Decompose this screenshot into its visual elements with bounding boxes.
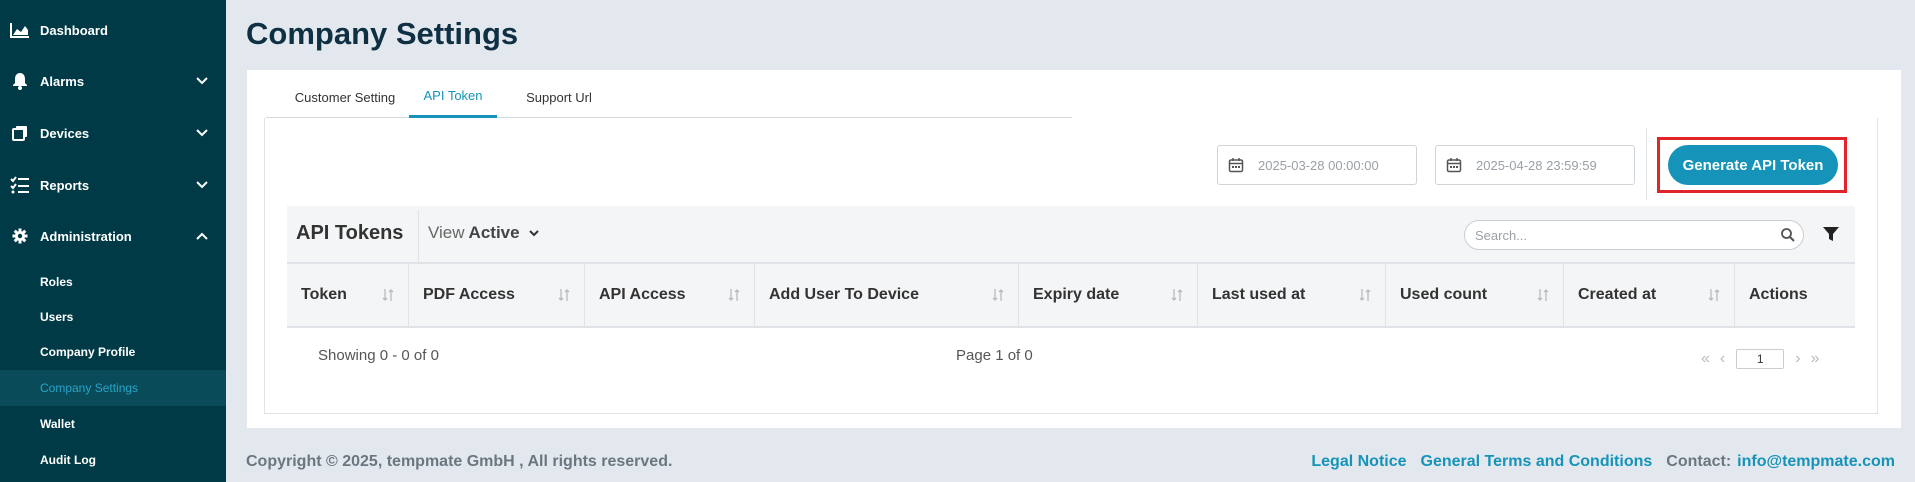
view-label: View [428,223,465,242]
next-page-button[interactable]: › [1790,350,1805,368]
chevron-down-icon [196,179,208,191]
list-check-icon [10,175,30,195]
column-header-expiry-date[interactable]: Expiry date [1019,264,1198,326]
table-header-row: Token PDF Access API Access Add User To … [287,262,1855,328]
chevron-down-icon [528,227,540,239]
sidebar-subitem-label: Company Profile [40,345,136,359]
sort-icon [1537,288,1549,302]
column-header-pdf-access[interactable]: PDF Access [409,264,585,326]
sidebar-subitem-label: Wallet [40,417,75,431]
sidebar-subitem-company-settings[interactable]: Company Settings [0,370,226,406]
sidebar-item-label: Devices [40,125,90,141]
filter-icon[interactable] [1822,225,1840,243]
chevron-up-icon [196,230,208,242]
sort-icon [1708,288,1720,302]
page-info: Page 1 of 0 [956,347,1033,364]
footer-copyright: Copyright © 2025, tempmate GmbH , All ri… [246,453,673,470]
sidebar-item-label: Administration [40,228,132,244]
view-value: Active [468,223,520,242]
sort-icon [728,288,740,302]
pagination: « ‹ › » [1696,348,1824,370]
sidebar-item-dashboard[interactable]: Dashboard [0,10,226,50]
sidebar-subitem-roles[interactable]: Roles [0,264,226,300]
sidebar-subitem-label: Roles [40,275,73,289]
chart-area-icon [10,20,30,40]
search-icon[interactable] [1780,227,1796,243]
sidebar-item-administration[interactable]: Administration [0,216,226,256]
sidebar-subitem-label: Company Settings [40,381,139,395]
column-header-add-user-to-device[interactable]: Add User To Device [755,264,1019,326]
column-header-created-at[interactable]: Created at [1564,264,1735,326]
search-input[interactable] [1464,220,1804,250]
sidebar: Dashboard Alarms Devices Reports Adminis… [0,0,226,482]
column-header-api-access[interactable]: API Access [585,264,755,326]
column-header-actions: Actions [1749,286,1808,303]
page-number-input[interactable] [1736,349,1785,369]
bell-icon [10,71,30,91]
sidebar-item-reports[interactable]: Reports [0,165,226,205]
chevron-down-icon [196,127,208,139]
sort-icon [992,288,1004,302]
devices-icon [10,123,30,143]
tab-customer-setting[interactable]: Customer Setting [270,76,420,118]
table-title: API Tokens [296,222,404,244]
legal-notice-link[interactable]: Legal Notice [1311,453,1406,471]
sidebar-subitem-audit-log[interactable]: Audit Log [0,442,226,478]
terms-link[interactable]: General Terms and Conditions [1421,453,1653,471]
start-date-input[interactable]: 2025-03-28 00:00:00 [1217,145,1417,185]
first-page-button[interactable]: « [1696,350,1715,368]
sidebar-item-alarms[interactable]: Alarms [0,61,226,101]
sidebar-item-label: Alarms [40,73,85,89]
tab-api-token[interactable]: API Token [409,76,497,118]
column-header-used-count[interactable]: Used count [1386,264,1564,326]
end-date-input[interactable]: 2025-04-28 23:59:59 [1435,145,1635,185]
settings-tabs: Customer Setting API Token Support Url [266,76,1072,118]
last-page-button[interactable]: » [1806,350,1825,368]
sidebar-subitem-company-profile[interactable]: Company Profile [0,334,226,370]
end-date-value: 2025-04-28 23:59:59 [1476,157,1597,173]
sidebar-item-label: Dashboard [40,22,108,38]
tab-support-url[interactable]: Support Url [504,76,614,118]
toolbar-divider [1646,128,1647,200]
view-filter-dropdown[interactable]: View Active [428,223,540,243]
start-date-value: 2025-03-28 00:00:00 [1258,157,1379,173]
gear-icon [10,226,30,246]
sidebar-subitem-label: Audit Log [40,453,96,467]
sidebar-item-label: Reports [40,177,90,193]
table-title-divider [418,210,419,262]
previous-page-button[interactable]: ‹ [1715,350,1730,368]
sort-icon [1171,288,1183,302]
sidebar-item-devices[interactable]: Devices [0,113,226,153]
chevron-down-icon [196,75,208,87]
calendar-icon [1446,157,1462,173]
sidebar-subitem-users[interactable]: Users [0,299,226,335]
sidebar-subitem-wallet[interactable]: Wallet [0,406,226,442]
generate-api-token-button[interactable]: Generate API Token [1668,145,1838,185]
column-header-token[interactable]: Token [287,264,409,326]
sort-icon [558,288,570,302]
sort-icon [1359,288,1371,302]
footer-links: Legal Notice General Terms and Condition… [1297,453,1895,471]
showing-count: Showing 0 - 0 of 0 [318,347,439,364]
sort-icon [382,288,394,302]
contact-label: Contact: [1666,453,1732,470]
column-header-last-used-at[interactable]: Last used at [1198,264,1386,326]
contact-email-link[interactable]: info@tempmate.com [1737,453,1895,471]
calendar-icon [1228,157,1244,173]
page-title: Company Settings [246,16,519,51]
sidebar-subitem-label: Users [40,310,74,324]
